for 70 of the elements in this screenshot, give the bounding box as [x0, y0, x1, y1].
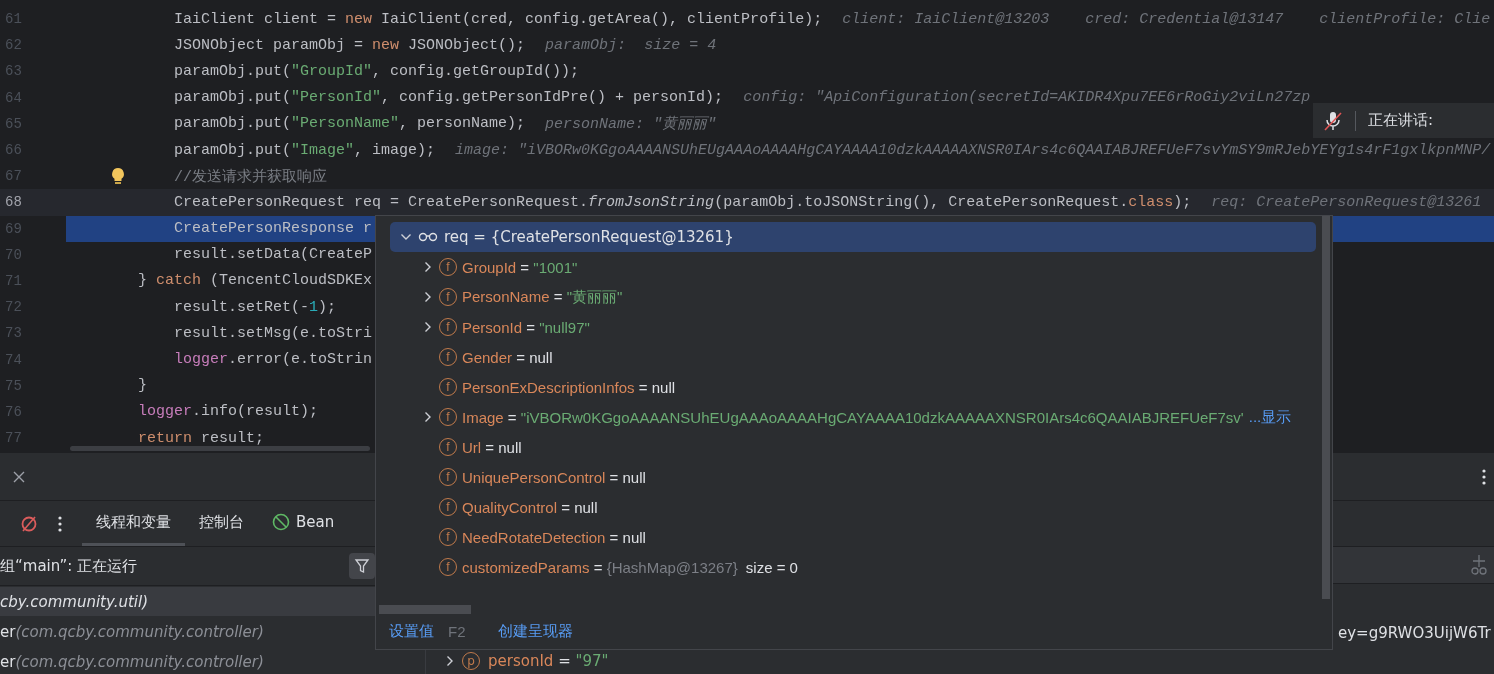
action-link[interactable]: 设置值 [389, 621, 434, 641]
stack-frame[interactable]: er(com.qcby.community.controller) [0, 647, 425, 674]
mute-breakpoints-icon[interactable] [20, 514, 38, 533]
variable-entry: PersonName = "黄丽丽" [462, 287, 623, 307]
variable-entry[interactable]: personId = "97" [488, 651, 609, 670]
code-line: CreatePersonRequest req = CreatePersonRequest.fromJsonString(paramObj.toJSONString(), CreatePersonRequest.class); [174, 193, 1192, 211]
tree-row[interactable]: req = {CreatePersonRequest@13261} [390, 222, 1316, 252]
shortcut-hint: F2 [448, 622, 466, 640]
code-line: result.setMsg(e.toStri [174, 324, 373, 342]
inline-value-hint: client: IaiClient@13203 [842, 10, 1050, 28]
variable-value: ey=g9RWO3UijW6Tr [1338, 623, 1491, 642]
code-line: CreatePersonResponse r [174, 220, 373, 238]
line-number: 68 [4, 194, 23, 211]
scrollbar-thumb[interactable] [70, 446, 370, 451]
filter-icon [354, 558, 370, 574]
filter-button[interactable] [349, 553, 375, 579]
code-line: paramObj.put("PersonName", personName); [174, 115, 526, 133]
panel-tab[interactable]: 控制台 [185, 501, 258, 546]
inline-value-hint: paramObj: size = 4 [545, 36, 717, 54]
inline-value-hint: image: "iVBORw0KGgoAAAANSUhEUgAAAoAAAAHgCAYAAAA10dzkAAAAAXNSR0IArs4c6QAAIABJREFUeF7svYmSY9mRJebYEYg1s4rF1gxlkpnMNP/ [455, 141, 1491, 159]
code-line: result.setRet(-1); [174, 298, 337, 316]
code-line: result.setData(CreateP [174, 246, 373, 264]
code-line: return result; [138, 429, 265, 447]
scrollbar-thumb[interactable] [379, 605, 471, 614]
code-line: IaiClient client = new IaiClient(cred, config.getArea(), clientProfile); [174, 10, 823, 28]
code-line: JSONObject paramObj = new JSONObject(); [174, 36, 526, 54]
variable-entry: GroupId = "1001" [462, 258, 578, 276]
scrollbar-thumb[interactable] [1322, 216, 1330, 599]
variable-entry: Image = "iVBORw0KGgoAAAANSUhEUgAAAoAAAAHgCAYAAAA10dzkAAAAAXNSR0IArs4c6QAAIABJREFUeF7sv' [462, 408, 1244, 426]
more-options-icon[interactable] [58, 515, 62, 532]
glasses-icon [418, 232, 438, 242]
inline-value-hint: config: "ApiConfiguration(secretId=AKIDR4Xpu7EE6rRoGiy2viLn27zp [743, 89, 1311, 107]
prohibited-icon [272, 513, 290, 531]
inline-value-hint: personName: "黄丽丽" [545, 114, 717, 134]
chevron-right-icon[interactable] [424, 291, 432, 303]
speaking-label: 正在讲话: [1368, 111, 1434, 130]
action-link[interactable]: 创建呈现器 [497, 621, 573, 641]
variable-entry: Gender = null [462, 348, 553, 366]
panel-tab[interactable]: Bean [258, 501, 349, 546]
chevron-down-icon[interactable] [400, 233, 412, 241]
code-line: logger.info(result); [138, 403, 319, 421]
inline-value-hint: clientProfile: Clie [1319, 10, 1491, 28]
variable-entry: req = {CreatePersonRequest@13261} [444, 228, 734, 246]
code-line: } catch (TencentCloudSDKEx [138, 272, 373, 290]
inline-value-hint: cred: Credential@13147 [1085, 10, 1284, 28]
code-line: paramObj.put("GroupId", config.getGroupId()); [174, 62, 580, 80]
variable-entry: NeedRotateDetection = null [462, 528, 646, 546]
muted-microphone-icon [1323, 109, 1343, 132]
chevron-right-icon[interactable] [424, 261, 432, 273]
close-icon[interactable] [13, 470, 25, 483]
variable-entry: Url = null [462, 438, 522, 456]
more-options-icon[interactable] [1482, 468, 1486, 485]
chevron-right-icon[interactable] [424, 321, 432, 333]
lightbulb-icon[interactable] [111, 167, 125, 186]
variable-entry: PersonExDescriptionInfos = null [462, 378, 676, 396]
chevron-right-icon[interactable] [446, 654, 454, 667]
variable-entry: QualityControl = null [462, 498, 598, 516]
code-line: paramObj.put("PersonId", config.getPersonIdPre() + personId); [174, 89, 724, 107]
variable-entry: UniquePersonControl = null [462, 468, 646, 486]
chevron-right-icon[interactable] [424, 411, 432, 423]
code-line: //发送请求并获取响应 [174, 167, 328, 186]
inline-value-hint: req: CreatePersonRequest@13261 [1211, 193, 1482, 211]
code-line: paramObj.put("Image", image); [174, 141, 436, 159]
add-watch-icon[interactable] [1470, 553, 1488, 576]
variable-entry: customizedParams = {HashMap@13267} size = 0 [462, 558, 798, 576]
variable-entry: PersonId = "null97" [462, 318, 590, 336]
show-more-link[interactable]: ...显示 [1248, 407, 1292, 427]
thread-selector[interactable]: 组“main”: 正在运行 [0, 556, 138, 576]
code-line: logger.error(e.toStrin [174, 351, 373, 369]
code-line: } [138, 377, 147, 395]
